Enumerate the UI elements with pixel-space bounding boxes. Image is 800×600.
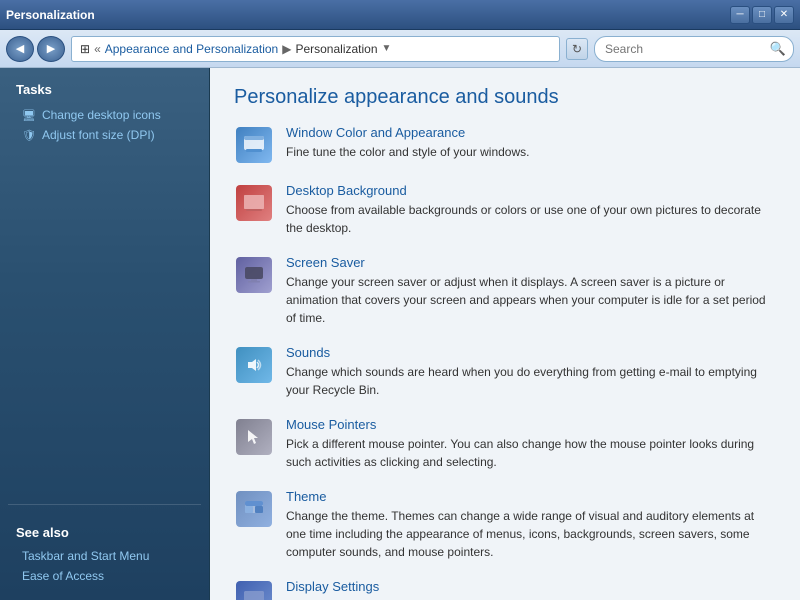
search-input[interactable] bbox=[594, 36, 794, 62]
address-bar: ◀ ▶ ⊞ « Appearance and Personalization ▶… bbox=[0, 30, 800, 68]
back-button[interactable]: ◀ bbox=[6, 36, 34, 62]
theme-text: Theme Change the theme. Themes can chang… bbox=[286, 489, 776, 561]
mouse-pointers-svg bbox=[243, 427, 265, 447]
window-color-icon bbox=[234, 125, 274, 165]
window-color-link[interactable]: Window Color and Appearance bbox=[286, 125, 776, 140]
screen-saver-link[interactable]: Screen Saver bbox=[286, 255, 776, 270]
title-bar-buttons: ─ □ ✕ bbox=[730, 6, 794, 24]
sidebar-item-ease-of-access[interactable]: Ease of Access bbox=[8, 566, 201, 586]
desktop-bg-svg bbox=[243, 193, 265, 213]
mouse-pointers-link[interactable]: Mouse Pointers bbox=[286, 417, 776, 432]
minimize-button[interactable]: ─ bbox=[730, 6, 750, 24]
sounds-link[interactable]: Sounds bbox=[286, 345, 776, 360]
sounds-svg bbox=[243, 355, 265, 375]
sidebar-item-taskbar-start-menu[interactable]: Taskbar and Start Menu bbox=[8, 546, 201, 566]
sounds-text: Sounds Change which sounds are heard whe… bbox=[286, 345, 776, 399]
see-also-title: See also bbox=[8, 517, 201, 546]
list-item: Desktop Background Choose from available… bbox=[234, 183, 776, 237]
list-item: Theme Change the theme. Themes can chang… bbox=[234, 489, 776, 561]
main-layout: Tasks 🖥 Change desktop icons 🛡 Adjust fo… bbox=[0, 68, 800, 600]
desktop-bg-link[interactable]: Desktop Background bbox=[286, 183, 776, 198]
display-settings-svg bbox=[243, 589, 265, 600]
screen-saver-text: Screen Saver Change your screen saver or… bbox=[286, 255, 776, 327]
mouse-pointers-desc: Pick a different mouse pointer. You can … bbox=[286, 437, 754, 469]
window-color-svg bbox=[243, 135, 265, 155]
sidebar-item-change-desktop-icons[interactable]: 🖥 Change desktop icons bbox=[0, 105, 209, 125]
address-path[interactable]: ⊞ « Appearance and Personalization ▶ Per… bbox=[71, 36, 560, 62]
window-color-desc: Fine tune the color and style of your wi… bbox=[286, 145, 529, 159]
sidebar-link-label: Adjust font size (DPI) bbox=[42, 128, 155, 142]
breadcrumb-current: Personalization bbox=[295, 42, 377, 56]
theme-svg bbox=[243, 499, 265, 519]
list-item: Display Settings Adjust your monitor res… bbox=[234, 579, 776, 600]
desktop-icon: 🖥 bbox=[22, 109, 36, 122]
search-wrapper: 🔍 bbox=[594, 36, 794, 62]
nav-buttons: ◀ ▶ bbox=[6, 36, 65, 62]
mouse-pointers-icon bbox=[234, 417, 274, 457]
refresh-button[interactable]: ↻ bbox=[566, 38, 588, 60]
mouse-pointers-text: Mouse Pointers Pick a different mouse po… bbox=[286, 417, 776, 471]
list-item: Sounds Change which sounds are heard whe… bbox=[234, 345, 776, 399]
theme-desc: Change the theme. Themes can change a wi… bbox=[286, 509, 754, 559]
theme-link[interactable]: Theme bbox=[286, 489, 776, 504]
display-settings-icon bbox=[234, 579, 274, 600]
list-item: Window Color and Appearance Fine tune th… bbox=[234, 125, 776, 165]
title-bar: Personalization ─ □ ✕ bbox=[0, 0, 800, 30]
see-also-section: See also Taskbar and Start Menu Ease of … bbox=[8, 504, 201, 586]
theme-icon bbox=[234, 489, 274, 529]
sidebar-spacer bbox=[0, 145, 209, 504]
content-area: Personalize appearance and sounds Window… bbox=[210, 68, 800, 600]
sounds-desc: Change which sounds are heard when you d… bbox=[286, 365, 757, 397]
forward-button[interactable]: ▶ bbox=[37, 36, 65, 62]
desktop-bg-desc: Choose from available backgrounds or col… bbox=[286, 203, 761, 235]
page-title: Personalize appearance and sounds bbox=[234, 86, 776, 109]
maximize-button[interactable]: □ bbox=[752, 6, 772, 24]
screen-saver-icon bbox=[234, 255, 274, 295]
sounds-icon bbox=[234, 345, 274, 385]
window-color-text: Window Color and Appearance Fine tune th… bbox=[286, 125, 776, 161]
close-button[interactable]: ✕ bbox=[774, 6, 794, 24]
screen-saver-desc: Change your screen saver or adjust when … bbox=[286, 275, 766, 325]
shield-icon: 🛡 bbox=[22, 129, 36, 142]
display-settings-text: Display Settings Adjust your monitor res… bbox=[286, 579, 776, 600]
sidebar: Tasks 🖥 Change desktop icons 🛡 Adjust fo… bbox=[0, 68, 210, 600]
breadcrumb-parent[interactable]: Appearance and Personalization bbox=[105, 42, 278, 56]
list-item: Screen Saver Change your screen saver or… bbox=[234, 255, 776, 327]
sidebar-item-adjust-font-size[interactable]: 🛡 Adjust font size (DPI) bbox=[0, 125, 209, 145]
desktop-bg-icon bbox=[234, 183, 274, 223]
folder-icon: ⊞ bbox=[80, 42, 90, 56]
breadcrumb-separator: ▶ bbox=[282, 42, 291, 56]
sidebar-link-label: Change desktop icons bbox=[42, 108, 161, 122]
screen-saver-svg bbox=[243, 265, 265, 285]
display-settings-link[interactable]: Display Settings bbox=[286, 579, 776, 594]
tasks-title: Tasks bbox=[0, 82, 209, 105]
list-item: Mouse Pointers Pick a different mouse po… bbox=[234, 417, 776, 471]
desktop-bg-text: Desktop Background Choose from available… bbox=[286, 183, 776, 237]
dropdown-arrow-icon: ▼ bbox=[382, 43, 392, 54]
title-bar-text: Personalization bbox=[6, 8, 95, 22]
